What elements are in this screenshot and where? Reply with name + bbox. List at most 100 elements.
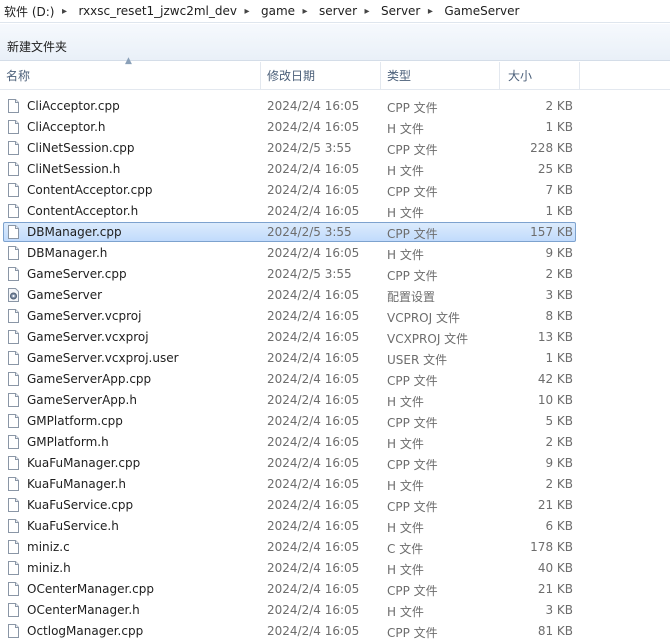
file-row[interactable]: GameServer 2024/2/4 16:05 配置设置 3 KB xyxy=(0,285,670,306)
file-type: CPP 文件 xyxy=(387,101,438,115)
file-name: DBManager.cpp xyxy=(27,225,122,239)
file-modified: 2024/2/4 16:05 xyxy=(267,603,360,617)
file-modified: 2024/2/4 16:05 xyxy=(267,309,360,323)
file-icon xyxy=(8,267,19,281)
file-row[interactable]: GameServer.vcxproj.user 2024/2/4 16:05 USE… xyxy=(0,348,670,369)
file-row[interactable]: CliAcceptor.h 2024/2/4 16:05 H 文件 1 KB xyxy=(0,117,670,138)
file-row[interactable]: GameServer.vcproj 2024/2/4 16:05 VCPROJ 文件… xyxy=(0,306,670,327)
file-icon xyxy=(8,162,19,176)
file-row[interactable]: ContentAcceptor.h 2024/2/4 16:05 H 文件 1 KB xyxy=(0,201,670,222)
file-size: 21 KB xyxy=(537,582,573,596)
file-size: 21 KB xyxy=(537,498,573,512)
new-folder-button[interactable]: 新建文件夹 xyxy=(7,38,67,55)
file-row[interactable]: CliAcceptor.cpp 2024/2/4 16:05 CPP 文件 2 KB xyxy=(0,96,670,117)
file-row[interactable]: DBManager.h 2024/2/4 16:05 H 文件 9 KB xyxy=(0,243,670,264)
file-row[interactable]: CliNetSession.cpp 2024/2/5 3:55 CPP 文件 228 … xyxy=(0,138,670,159)
file-modified: 2024/2/4 16:05 xyxy=(267,519,360,533)
file-type: H 文件 xyxy=(387,395,424,409)
file-name: CliNetSession.cpp xyxy=(27,141,135,155)
file-modified: 2024/2/4 16:05 xyxy=(267,372,360,386)
file-modified: 2024/2/4 16:05 xyxy=(267,582,360,596)
chevron-right-icon[interactable]: ▸ xyxy=(295,6,315,17)
breadcrumb-item-server-folder[interactable]: Server xyxy=(377,4,420,18)
file-modified: 2024/2/4 16:05 xyxy=(267,414,360,428)
file-type: H 文件 xyxy=(387,206,424,220)
file-row[interactable]: KuaFuService.cpp 2024/2/4 16:05 CPP 文件 21 K… xyxy=(0,495,670,516)
file-row[interactable]: GMPlatform.cpp 2024/2/4 16:05 CPP 文件 5 KB xyxy=(0,411,670,432)
file-row[interactable]: ContentAcceptor.cpp 2024/2/4 16:05 CPP 文件 7… xyxy=(0,180,670,201)
file-size: 10 KB xyxy=(537,393,573,407)
chevron-right-icon[interactable]: ▸ xyxy=(237,6,257,17)
file-size: 40 KB xyxy=(537,561,573,575)
file-name: KuaFuManager.cpp xyxy=(27,456,141,470)
file-modified: 2024/2/5 3:55 xyxy=(267,225,352,239)
breadcrumb-item-server[interactable]: server xyxy=(315,4,357,18)
breadcrumb-item-project[interactable]: rxxsc_reset1_jzwc2ml_dev xyxy=(74,4,237,18)
column-header-size[interactable]: 大小 xyxy=(500,62,580,89)
file-modified: 2024/2/4 16:05 xyxy=(267,435,360,449)
file-row[interactable]: KuaFuManager.h 2024/2/4 16:05 H 文件 2 KB xyxy=(0,474,670,495)
file-icon xyxy=(8,99,19,113)
file-name: DBManager.h xyxy=(27,246,108,260)
file-name: KuaFuService.cpp xyxy=(27,498,134,512)
file-modified: 2024/2/4 16:05 xyxy=(267,456,360,470)
file-modified: 2024/2/4 16:05 xyxy=(267,162,360,176)
chevron-right-icon[interactable]: ▸ xyxy=(357,6,377,17)
file-row[interactable]: GameServer.cpp 2024/2/5 3:55 CPP 文件 2 KB xyxy=(0,264,670,285)
file-row[interactable]: GameServer.vcxproj 2024/2/4 16:05 VCXPROJ … xyxy=(0,327,670,348)
chevron-right-icon[interactable]: ▸ xyxy=(54,6,74,17)
file-size: 2 KB xyxy=(545,99,573,113)
command-bar: 新建文件夹 xyxy=(0,24,670,61)
file-name: GMPlatform.h xyxy=(27,435,109,449)
file-type: H 文件 xyxy=(387,605,424,619)
file-name: GameServer.vcxproj xyxy=(27,330,149,344)
column-header-row: ▲ 名称 修改日期 类型 大小 xyxy=(0,56,670,90)
file-type: CPP 文件 xyxy=(387,626,438,640)
file-type: CPP 文件 xyxy=(387,227,438,241)
file-name: OctlogManager.cpp xyxy=(27,624,144,638)
column-header-modified[interactable]: 修改日期 xyxy=(261,62,381,89)
file-row[interactable]: miniz.c 2024/2/4 16:05 C 文件 178 KB xyxy=(0,537,670,558)
file-name: KuaFuService.h xyxy=(27,519,119,533)
file-icon xyxy=(8,582,19,596)
file-size: 1 KB xyxy=(545,351,573,365)
file-row[interactable]: CliNetSession.h 2024/2/4 16:05 H 文件 25 KB xyxy=(0,159,670,180)
file-type: CPP 文件 xyxy=(387,185,438,199)
file-row[interactable]: GameServerApp.h 2024/2/4 16:05 H 文件 10 KB xyxy=(0,390,670,411)
file-icon xyxy=(8,561,19,575)
file-icon xyxy=(8,141,19,155)
file-row[interactable]: OCenterManager.h 2024/2/4 16:05 H 文件 3 KB xyxy=(0,600,670,621)
file-name: CliAcceptor.cpp xyxy=(27,99,120,113)
column-header-type[interactable]: 类型 xyxy=(381,62,500,89)
file-row[interactable]: GameServerApp.cpp 2024/2/4 16:05 CPP 文件 42 … xyxy=(0,369,670,390)
file-row[interactable]: GMPlatform.h 2024/2/4 16:05 H 文件 2 KB xyxy=(0,432,670,453)
file-modified: 2024/2/4 16:05 xyxy=(267,540,360,554)
column-header-name[interactable]: 名称 xyxy=(0,62,261,89)
file-row[interactable]: KuaFuService.h 2024/2/4 16:05 H 文件 6 KB xyxy=(0,516,670,537)
chevron-right-icon[interactable]: ▸ xyxy=(420,6,440,17)
file-row[interactable]: KuaFuManager.cpp 2024/2/4 16:05 CPP 文件 9 KB xyxy=(0,453,670,474)
file-modified: 2024/2/4 16:05 xyxy=(267,183,360,197)
breadcrumb-item-drive[interactable]: 软件 (D:) xyxy=(0,3,54,20)
file-size: 2 KB xyxy=(545,435,573,449)
file-modified: 2024/2/4 16:05 xyxy=(267,477,360,491)
file-type: CPP 文件 xyxy=(387,500,438,514)
file-size: 9 KB xyxy=(545,246,573,260)
file-size: 8 KB xyxy=(545,309,573,323)
file-icon xyxy=(8,435,19,449)
file-name: KuaFuManager.h xyxy=(27,477,126,491)
file-icon xyxy=(8,393,19,407)
file-icon xyxy=(8,603,19,617)
file-row[interactable]: DBManager.cpp 2024/2/5 3:55 CPP 文件 157 KB xyxy=(0,222,670,243)
file-icon xyxy=(8,414,19,428)
file-type: CPP 文件 xyxy=(387,269,438,283)
breadcrumb-item-game[interactable]: game xyxy=(257,4,295,18)
file-row[interactable]: miniz.h 2024/2/4 16:05 H 文件 40 KB xyxy=(0,558,670,579)
file-name: CliNetSession.h xyxy=(27,162,121,176)
breadcrumb-item-gameserver[interactable]: GameServer xyxy=(440,4,519,18)
file-row[interactable]: OctlogManager.cpp 2024/2/4 16:05 CPP 文件 81 … xyxy=(0,621,670,642)
config-file-icon xyxy=(8,288,19,302)
file-type: H 文件 xyxy=(387,437,424,451)
file-size: 1 KB xyxy=(545,204,573,218)
file-row[interactable]: OCenterManager.cpp 2024/2/4 16:05 CPP 文件 21… xyxy=(0,579,670,600)
